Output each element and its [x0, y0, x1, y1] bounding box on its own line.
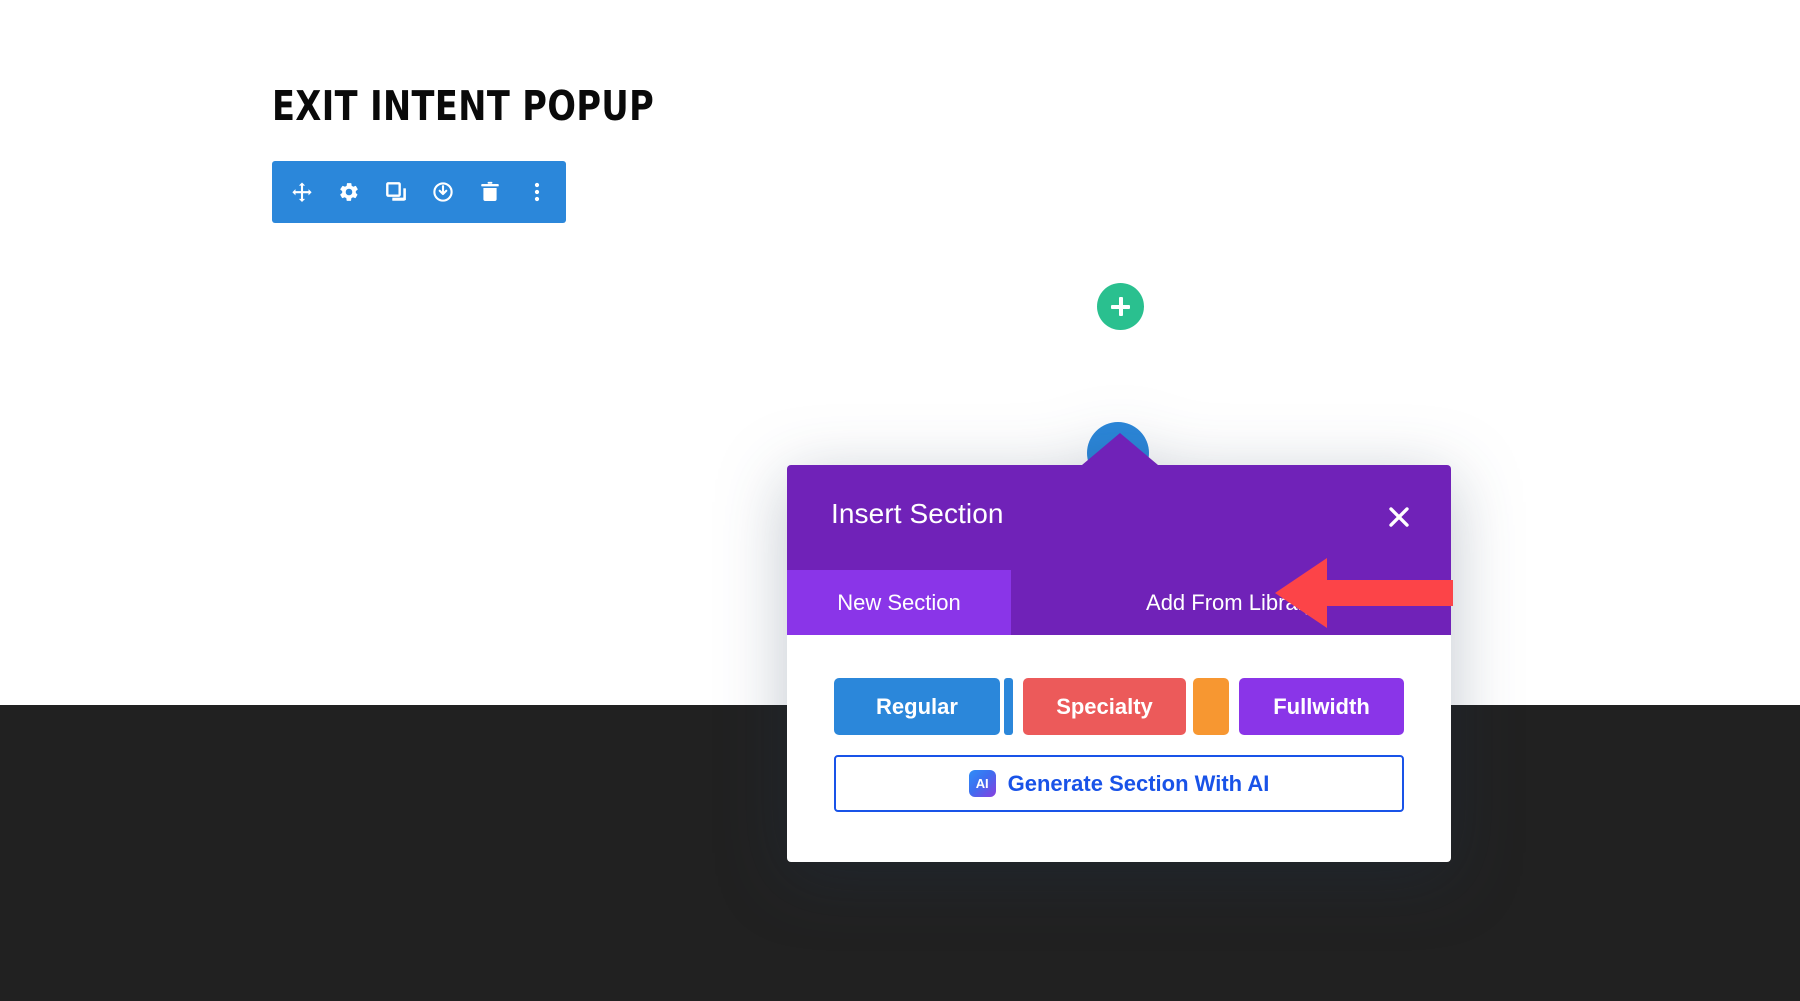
section-type-fullwidth-button[interactable]: Fullwidth: [1239, 678, 1404, 735]
ai-badge-icon: AI: [968, 770, 996, 797]
duplicate-icon[interactable]: [372, 161, 419, 223]
modal-body: Regular Specialty Fullwidth AI Generate …: [787, 635, 1451, 862]
specialty-sidebar-bar: [1193, 678, 1229, 735]
page-canvas: EXIT INTENT POPUP Insert Section New Sec…: [0, 0, 1800, 1001]
modal-tabs: New Section Add From Library: [787, 570, 1451, 635]
trash-icon[interactable]: [466, 161, 513, 223]
more-options-icon[interactable]: [513, 161, 560, 223]
power-icon[interactable]: [419, 161, 466, 223]
gear-icon[interactable]: [325, 161, 372, 223]
section-type-specialty-button[interactable]: Specialty: [1023, 678, 1186, 735]
move-icon[interactable]: [278, 161, 325, 223]
insert-section-modal: Insert Section New Section Add From Libr…: [787, 433, 1451, 862]
section-type-regular-button[interactable]: Regular: [834, 678, 1000, 735]
modal-caret-pointer: [1082, 433, 1158, 465]
modal-header: Insert Section: [787, 465, 1451, 570]
add-row-button[interactable]: [1097, 283, 1144, 330]
close-icon[interactable]: [1377, 495, 1421, 539]
modal-title: Insert Section: [831, 498, 1004, 529]
page-title: EXIT INTENT POPUP: [272, 82, 655, 130]
tab-add-from-library[interactable]: Add From Library: [1011, 570, 1451, 635]
generate-section-with-ai-button[interactable]: AI Generate Section With AI: [834, 755, 1404, 812]
plus-icon: [1111, 297, 1130, 316]
section-type-row: Regular Specialty Fullwidth: [834, 678, 1404, 735]
tab-new-section[interactable]: New Section: [787, 570, 1011, 635]
generate-ai-label: Generate Section With AI: [1007, 770, 1270, 796]
module-toolbar[interactable]: [272, 161, 566, 223]
regular-column-bar: [1004, 678, 1013, 735]
